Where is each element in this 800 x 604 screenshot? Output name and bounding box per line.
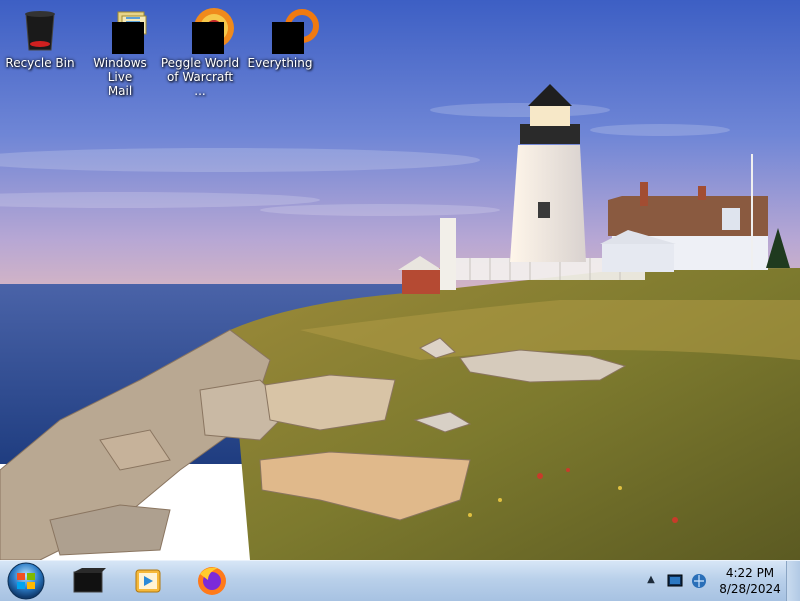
taskbar: ▲ 4:22 PM 8/28/2024 bbox=[0, 560, 800, 601]
network-icon[interactable] bbox=[690, 572, 708, 590]
show-hidden-icons-arrow[interactable]: ▲ bbox=[644, 574, 658, 588]
taskbar-app-file-explorer[interactable] bbox=[62, 564, 114, 598]
desktop-icon-peggle-world-of-warcraft[interactable]: Peggle World of Warcraft ... bbox=[160, 6, 240, 98]
peggle-icon bbox=[176, 6, 234, 54]
windows-live-mail-icon bbox=[96, 6, 147, 54]
everything-search-icon bbox=[256, 6, 319, 54]
taskbar-app-firefox[interactable] bbox=[186, 564, 238, 598]
taskbar-app-media-player[interactable] bbox=[122, 564, 174, 598]
windows-orb-icon bbox=[7, 562, 45, 600]
clock-time: 4:22 PM bbox=[725, 566, 775, 580]
file-explorer-icon bbox=[73, 568, 106, 593]
desktop-icon-label: Windows Live Mail bbox=[93, 56, 147, 98]
desktop-icon-label: Recycle Bin bbox=[5, 56, 75, 70]
action-center-icon[interactable] bbox=[666, 572, 684, 590]
start-button[interactable] bbox=[4, 562, 48, 600]
media-player-icon bbox=[135, 569, 161, 593]
desktop-icon-recycle-bin[interactable]: Recycle Bin bbox=[0, 6, 80, 70]
desktop-icon-label: Peggle World of Warcraft ... bbox=[160, 56, 240, 98]
clock-date: 8/28/2024 bbox=[719, 582, 781, 596]
system-clock[interactable]: 4:22 PM 8/28/2024 bbox=[714, 565, 786, 597]
desktop-icon-label: Everything bbox=[247, 56, 313, 70]
desktop-icon-everything[interactable]: Everything bbox=[240, 6, 320, 70]
desktop-icon-windows-live-mail[interactable]: Windows Live Mail bbox=[80, 6, 160, 98]
recycle-bin-icon bbox=[16, 6, 64, 54]
show-desktop-button[interactable] bbox=[786, 561, 800, 601]
firefox-icon bbox=[198, 567, 226, 595]
